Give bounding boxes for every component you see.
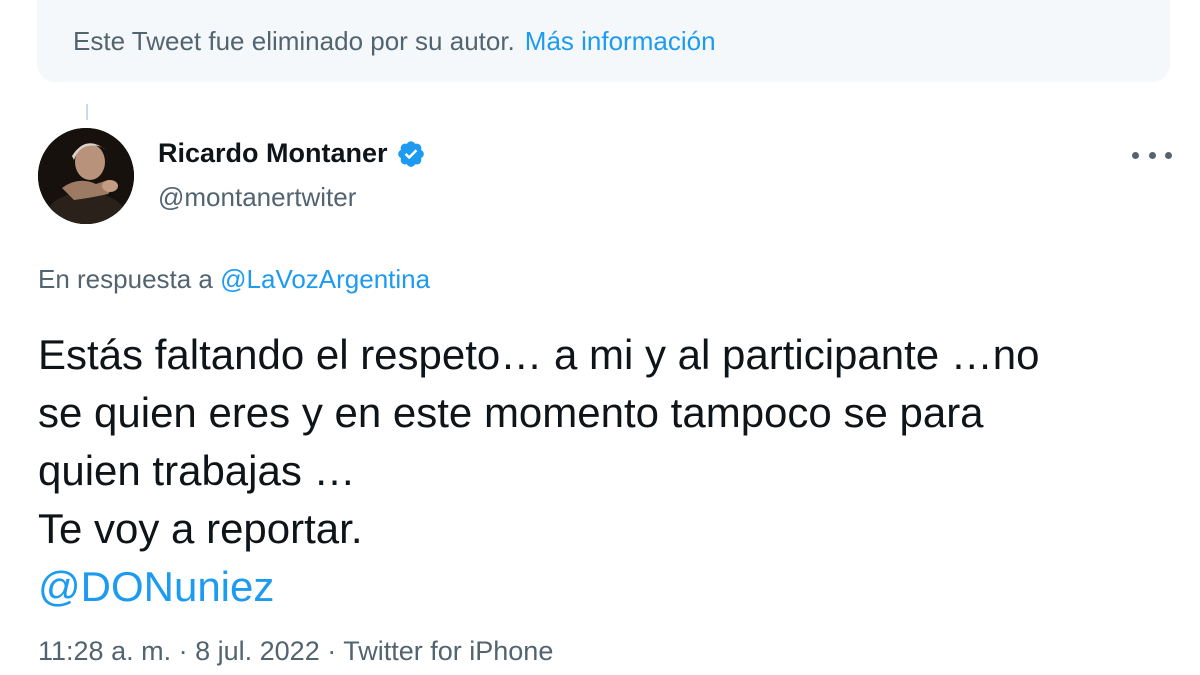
verified-badge-icon — [396, 139, 426, 169]
more-info-link[interactable]: Más información — [525, 26, 716, 57]
reply-mention-link[interactable]: @LaVozArgentina — [220, 264, 430, 294]
tweet-line: Estás faltando el respeto… a mi y al par… — [38, 331, 1040, 378]
tweet-time[interactable]: 11:28 a. m. — [38, 636, 171, 666]
avatar[interactable] — [38, 128, 134, 224]
dot — [1165, 151, 1172, 159]
tweet-meta: 11:28 a. m. · 8 jul. 2022 · Twitter for … — [38, 636, 553, 667]
deleted-notice-text: Este Tweet fue eliminado por su autor. — [73, 25, 515, 56]
tweet-line: se quien eres y en este momento tampoco … — [38, 389, 984, 436]
more-options-icon[interactable] — [1132, 140, 1172, 170]
tweet-text: Estás faltando el respeto… a mi y al par… — [38, 326, 1168, 616]
thread-connector — [86, 104, 88, 120]
author-handle[interactable]: @montanertwiter — [158, 182, 356, 213]
reply-prefix: En respuesta a — [38, 264, 213, 294]
meta-separator: · — [327, 636, 337, 666]
deleted-tweet-notice: Este Tweet fue eliminado por su autor. M… — [37, 0, 1170, 82]
tweet-source: Twitter for iPhone — [343, 636, 554, 666]
author-name-row: Ricardo Montaner — [158, 138, 426, 169]
dot — [1148, 151, 1156, 159]
author-display-name[interactable]: Ricardo Montaner — [158, 138, 388, 169]
dot — [1132, 151, 1139, 159]
tweet-line: quien trabajas … — [38, 447, 356, 494]
profile-photo-icon — [38, 128, 134, 224]
tweet-line: Te voy a reportar. — [38, 505, 363, 552]
tweet-date[interactable]: 8 jul. 2022 — [195, 636, 320, 666]
tweet-mention-link[interactable]: @DONuniez — [38, 558, 1168, 616]
reply-context: En respuesta a @LaVozArgentina — [38, 264, 430, 295]
meta-separator: · — [178, 636, 188, 666]
